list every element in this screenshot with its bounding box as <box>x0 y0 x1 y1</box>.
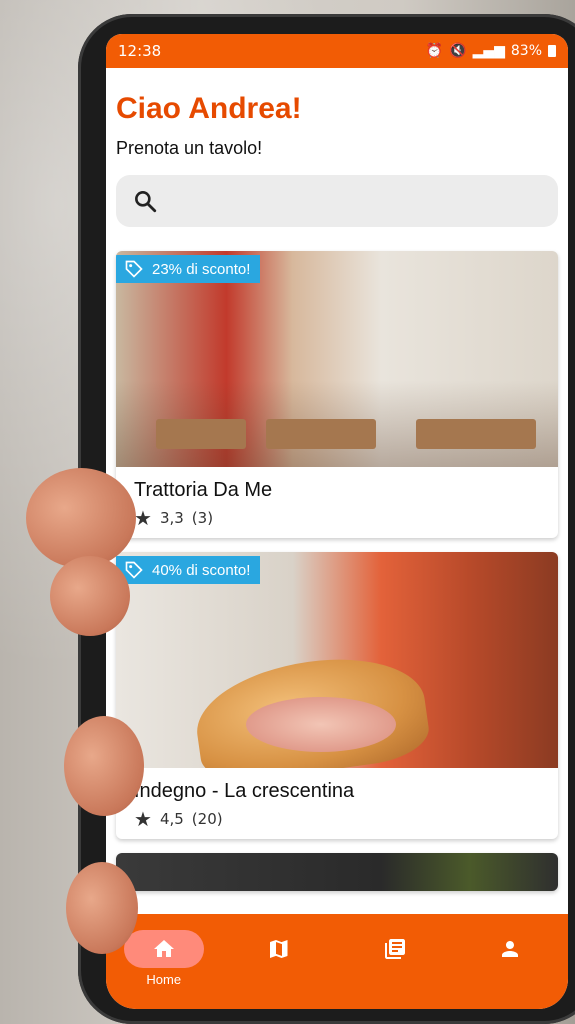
card-body: Trattoria Da Me ★ 3,3 (3) <box>116 467 558 538</box>
discount-text: 40% di sconto! <box>152 561 251 579</box>
rating: ★ 4,5 (20) <box>134 809 540 829</box>
restaurant-name: Trattoria Da Me <box>134 479 273 501</box>
status-bar: 12:38 ⏰ 🔇 ▂▄▆ 83% <box>106 34 568 68</box>
bottom-navigation: Home <box>106 914 568 1009</box>
battery-icon <box>548 45 556 57</box>
tag-icon <box>125 561 143 579</box>
battery-level: 83% <box>510 43 542 59</box>
tag-icon <box>125 260 143 278</box>
decor <box>416 419 536 449</box>
nav-profile[interactable] <box>465 930 555 972</box>
discount-badge: 23% di sconto! <box>116 255 261 283</box>
nav-library[interactable] <box>350 930 440 972</box>
mute-icon: 🔇 <box>449 43 467 59</box>
nav-map[interactable] <box>234 930 324 972</box>
restaurant-image <box>116 853 558 891</box>
food-decor <box>246 697 396 752</box>
map-icon <box>270 940 288 958</box>
search-icon <box>135 191 157 213</box>
status-icons: ⏰ 🔇 ▂▄▆ 83% <box>426 43 556 59</box>
greeting-title: Ciao Andrea! <box>116 92 302 125</box>
restaurant-card[interactable] <box>116 853 558 891</box>
review-count: (20) <box>191 810 223 828</box>
main-content: Ciao Andrea! Prenota un tavolo! 23% di s… <box>106 68 568 891</box>
person-icon <box>502 941 519 957</box>
discount-text: 23% di sconto! <box>152 260 251 278</box>
restaurant-card[interactable]: 23% di sconto! Trattoria Da Me ★ 3,3 (3) <box>116 251 558 538</box>
library-icon <box>384 939 405 959</box>
restaurant-card[interactable]: 40% di sconto! Indegno - La crescentina … <box>116 552 558 839</box>
hand-finger <box>66 862 138 954</box>
restaurant-image: 40% di sconto! <box>116 552 558 768</box>
home-icon <box>153 940 174 957</box>
signal-icon: ▂▄▆ <box>472 43 505 59</box>
status-time: 12:38 <box>118 42 162 60</box>
nav-pill <box>470 930 550 968</box>
nav-pill <box>355 930 435 968</box>
decor <box>266 419 376 449</box>
hand-finger <box>64 716 144 816</box>
restaurant-image: 23% di sconto! <box>116 251 558 467</box>
hand-finger <box>50 556 130 636</box>
star-icon: ★ <box>134 506 152 530</box>
restaurant-name: Indegno - La crescentina <box>134 780 355 802</box>
rating-value: 4,5 <box>159 810 184 828</box>
nav-pill <box>239 930 319 968</box>
nav-pill <box>123 930 204 968</box>
discount-badge: 40% di sconto! <box>116 556 261 584</box>
card-body: Indegno - La crescentina ★ 4,5 (20) <box>116 768 558 839</box>
alarm-icon: ⏰ <box>425 43 444 59</box>
nav-home[interactable]: Home <box>119 930 209 987</box>
rating: ★ 3,3 (3) <box>134 508 540 528</box>
star-icon: ★ <box>134 807 152 831</box>
search-input[interactable] <box>116 175 558 227</box>
decor <box>156 419 246 449</box>
rating-value: 3,3 <box>159 509 184 527</box>
hand-finger <box>26 468 136 568</box>
app-screen: 12:38 ⏰ 🔇 ▂▄▆ 83% Ciao Andrea! Prenota u… <box>106 34 568 1009</box>
review-count: (3) <box>191 509 214 527</box>
subtitle: Prenota un tavolo! <box>116 138 263 158</box>
nav-label: Home <box>146 972 182 987</box>
